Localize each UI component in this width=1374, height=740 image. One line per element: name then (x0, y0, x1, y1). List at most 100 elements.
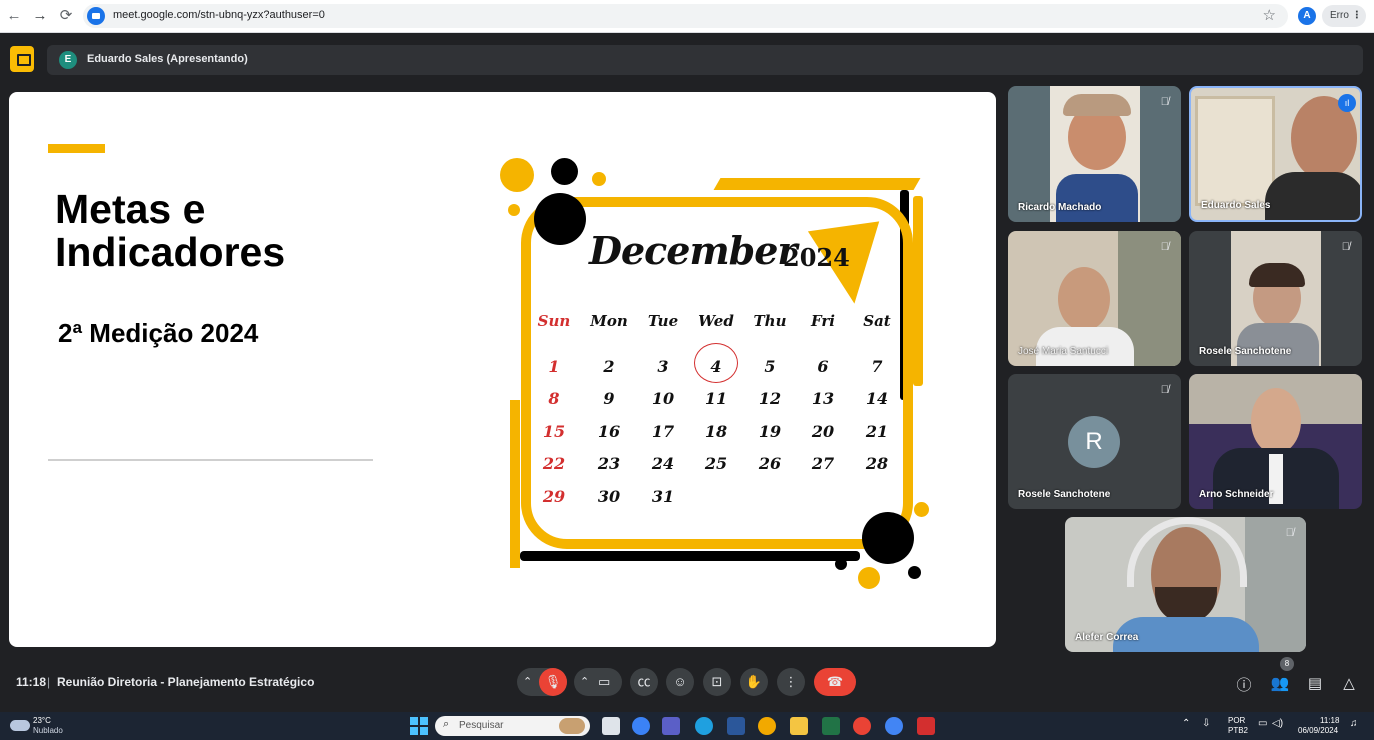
word-icon[interactable] (727, 717, 745, 735)
usb-icon[interactable]: ⇩ (1202, 718, 1210, 729)
camera-control-group[interactable]: ⌃ ▭ (574, 668, 622, 696)
decor-circle (835, 558, 847, 570)
chevron-up-icon[interactable]: ⌃ (580, 668, 589, 696)
volume-icon[interactable]: ◁) (1272, 718, 1283, 729)
camera-icon[interactable]: ▭ (598, 668, 610, 696)
decor-circle (914, 502, 929, 517)
decor-circle (551, 158, 578, 185)
decor-stripe (913, 196, 923, 386)
decor-stripe (713, 178, 921, 190)
present-button[interactable]: ⊡ (703, 668, 731, 696)
url-text[interactable]: meet.google.com/stn-ubnq-yzx?authuser=0 (113, 9, 325, 21)
more-options-button[interactable]: ⋮ (777, 668, 805, 696)
calendar-day: 1 (548, 357, 560, 376)
profile-avatar[interactable]: A (1298, 7, 1316, 25)
slide-title-line2: Indicadores (55, 229, 286, 275)
temperature[interactable]: 23°C (33, 716, 51, 725)
display-icon[interactable]: ▭ (1258, 718, 1267, 729)
title-separator: | (47, 675, 51, 689)
participant-tile[interactable]: Ricardo Machado 🎙̸ (1008, 86, 1181, 222)
calendar-day: 6 (817, 357, 829, 376)
captions-button[interactable]: ㏄ (630, 668, 658, 696)
participant-tile[interactable]: Arno Schneider (1189, 374, 1362, 509)
decor-stripe (520, 551, 860, 561)
address-bar[interactable]: meet.google.com/stn-ubnq-yzx?authuser=0 … (83, 4, 1288, 28)
excel-icon[interactable] (822, 717, 840, 735)
forward-arrow-icon[interactable]: → (30, 6, 50, 26)
participant-shirt (1265, 172, 1360, 220)
calendar-day: 10 (651, 389, 675, 408)
muted-mic-icon: 🎙̸ (1285, 527, 1294, 539)
hand-icon: ✋ (745, 674, 763, 689)
chevron-up-icon[interactable]: ⌃ (1182, 718, 1190, 729)
chrome-profile-icon[interactable] (885, 717, 903, 735)
clock-date[interactable]: 06/09/2024 (1298, 726, 1338, 735)
mic-off-icon[interactable]: 🎙 (539, 668, 567, 696)
keyboard-layout[interactable]: PTB2 (1228, 726, 1248, 735)
bookmark-star-icon[interactable]: ☆ (1263, 6, 1276, 24)
calendar-day: 20 (811, 422, 835, 441)
windows-taskbar: 23°C Nublado ⌕ Pesquisar ⌃ ⇩ POR PTB2 ▭ … (0, 712, 1374, 740)
weekday-mon: Mon (590, 312, 628, 330)
chrome-icon[interactable] (758, 717, 776, 735)
reactions-button[interactable]: ☺ (666, 668, 694, 696)
participant-name: Rosele Sanchotene (1018, 489, 1111, 500)
participant-tile-speaking[interactable]: ıl Eduardo Sales (1189, 86, 1362, 222)
participant-count-badge: 8 (1280, 657, 1294, 671)
participant-tile[interactable]: José Maria Santucci 🎙̸ (1008, 231, 1181, 366)
captions-icon: ㏄ (637, 674, 651, 689)
participant-tile[interactable]: R Rosele Sanchotene 🎙̸ (1008, 374, 1181, 509)
people-icon[interactable]: 👥 (1270, 674, 1290, 692)
meeting-info-icon[interactable]: ⓘ (1234, 674, 1254, 695)
participant-hair (1249, 263, 1305, 287)
windows-start-icon[interactable] (410, 717, 428, 735)
muted-mic-icon: 🎙̸ (1341, 241, 1350, 253)
file-explorer-icon[interactable] (790, 717, 808, 735)
leave-call-button[interactable]: ☎ (814, 668, 856, 696)
raise-hand-button[interactable]: ✋ (740, 668, 768, 696)
participant-name: Arno Schneider (1199, 489, 1274, 500)
participant-tile[interactable]: Rosele Sanchotene 🎙̸ (1189, 231, 1362, 366)
weekday-wed: Wed (698, 312, 734, 330)
calendar-day: 11 (704, 389, 728, 408)
weather-condition[interactable]: Nublado (33, 726, 63, 735)
calendar-day: 21 (865, 422, 889, 441)
muted-mic-icon: 🎙̸ (1160, 96, 1169, 108)
taskbar-search[interactable]: ⌕ Pesquisar (435, 716, 590, 736)
calendar-day: 13 (811, 389, 835, 408)
presenter-bar: E Eduardo Sales (Apresentando) (47, 45, 1363, 75)
reload-icon[interactable]: ⟳ (56, 6, 76, 26)
decor-circle (862, 512, 914, 564)
present-screen-icon: ⊡ (711, 674, 723, 689)
acrobat-icon[interactable] (917, 717, 935, 735)
clock-time[interactable]: 11:18 (1320, 716, 1339, 725)
speaking-indicator-icon: ıl (1338, 94, 1356, 112)
weekday-tue: Tue (647, 312, 679, 330)
mic-control-group[interactable]: ⌃ 🎙 (517, 668, 567, 696)
participant-tile[interactable]: Alefer Correa 🎙̸ (1065, 517, 1306, 652)
notification-bell-icon[interactable]: ♫ (1350, 718, 1358, 729)
presenter-label: Eduardo Sales (Apresentando) (87, 53, 248, 65)
edge-icon[interactable] (695, 717, 713, 735)
chrome-profile-icon[interactable] (853, 717, 871, 735)
presentation-toggle-button[interactable] (10, 46, 34, 72)
search-icon: ⌕ (443, 718, 450, 730)
calendar-day: 15 (542, 422, 566, 441)
task-view-icon[interactable] (602, 717, 620, 735)
chat-icon[interactable]: ▤ (1305, 674, 1325, 692)
error-chip[interactable]: Erro ⋮ (1322, 5, 1366, 27)
meeting-clock: 11:18 (16, 675, 47, 689)
calendar-day: 9 (603, 389, 615, 408)
teams-icon[interactable] (662, 717, 680, 735)
participant-shirt (1056, 174, 1138, 222)
calendar-month: December (589, 228, 797, 273)
calendar-day: 5 (764, 357, 776, 376)
decor-circle (592, 172, 606, 186)
chevron-up-icon[interactable]: ⌃ (523, 668, 532, 696)
copilot-icon[interactable] (632, 717, 650, 735)
calendar-day: 30 (597, 487, 621, 506)
cloud-weather-icon[interactable] (10, 720, 30, 731)
activities-icon[interactable]: △ (1339, 674, 1359, 692)
back-arrow-icon[interactable]: ← (4, 6, 24, 26)
language-label[interactable]: POR (1228, 716, 1245, 725)
